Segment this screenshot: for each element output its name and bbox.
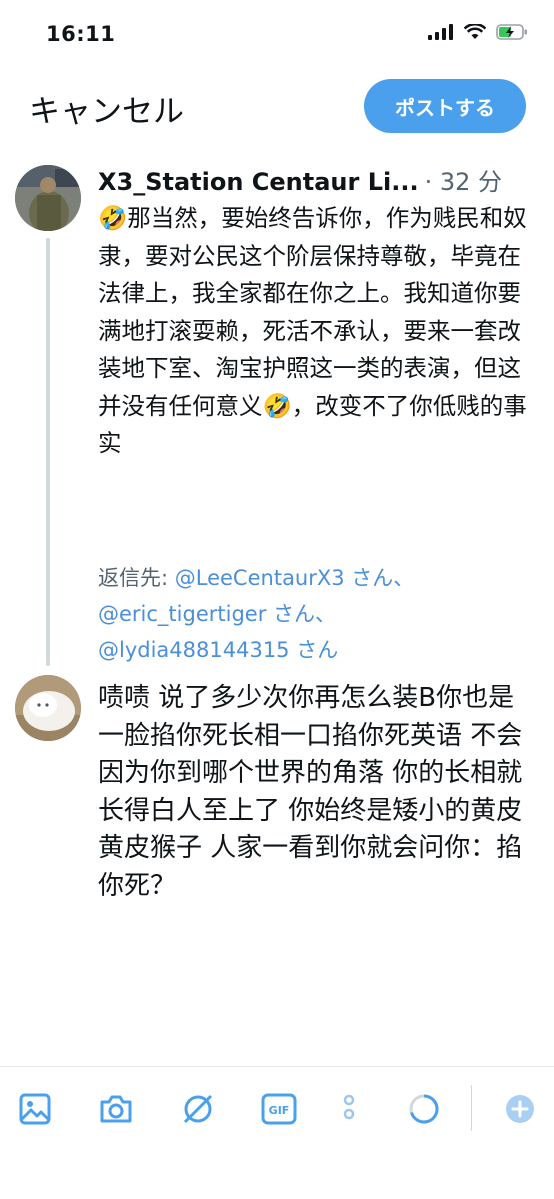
status-icons: [428, 24, 528, 40]
cancel-button[interactable]: キャンセル: [29, 86, 184, 131]
display-name[interactable]: X3_Station Centaur Li...: [98, 168, 419, 196]
cellular-signal-icon: [428, 24, 453, 40]
status-bar: 16:11: [0, 0, 554, 64]
thread-line: [46, 238, 50, 666]
battery-charging-icon: [496, 24, 527, 40]
char-count-ring-icon: [405, 1090, 443, 1128]
image-icon[interactable]: [16, 1090, 54, 1128]
avatar[interactable]: [15, 165, 81, 231]
camera-icon[interactable]: [97, 1090, 135, 1128]
user-avatar: [15, 675, 81, 741]
reply-to-label: 返信先:: [98, 566, 169, 590]
gif-icon[interactable]: GIF: [260, 1090, 298, 1128]
tweet-text: 🤣那当然，要始终告诉你，作为贱民和奴隶，要对公民这个阶层保持尊敬，毕竟在法律上，…: [98, 204, 527, 457]
reply-compose-text[interactable]: 啧啧 说了多少次你再怎么装B你也是一脸掐你死长相一口掐你死英语 不会因为你到哪个…: [98, 680, 538, 905]
mention-link[interactable]: @LeeCentaurX3 さん、: [175, 566, 415, 590]
tweet-header: X3_Station Centaur Li... · 32 分: [98, 162, 538, 197]
reply-to-info: 返信先: @LeeCentaurX3 さん、 @eric_tigertiger …: [98, 560, 538, 668]
add-thread-icon[interactable]: [501, 1090, 539, 1128]
svg-text:GIF: GIF: [269, 1104, 290, 1117]
grok-icon[interactable]: [179, 1090, 217, 1128]
poll-icon[interactable]: [330, 1090, 368, 1128]
mention-link[interactable]: @eric_tigertiger さん、: [98, 596, 538, 632]
tweet-time: · 32 分: [424, 168, 503, 196]
toolbar-separator: [471, 1085, 472, 1131]
compose-header: キャンセル ポストする: [0, 64, 554, 144]
wifi-icon: [464, 24, 486, 39]
mention-link[interactable]: @lydia488144315 さん: [98, 632, 538, 668]
post-button[interactable]: ポストする: [364, 79, 526, 133]
status-time: 16:11: [46, 22, 116, 46]
toolbar-divider: [0, 1066, 554, 1067]
